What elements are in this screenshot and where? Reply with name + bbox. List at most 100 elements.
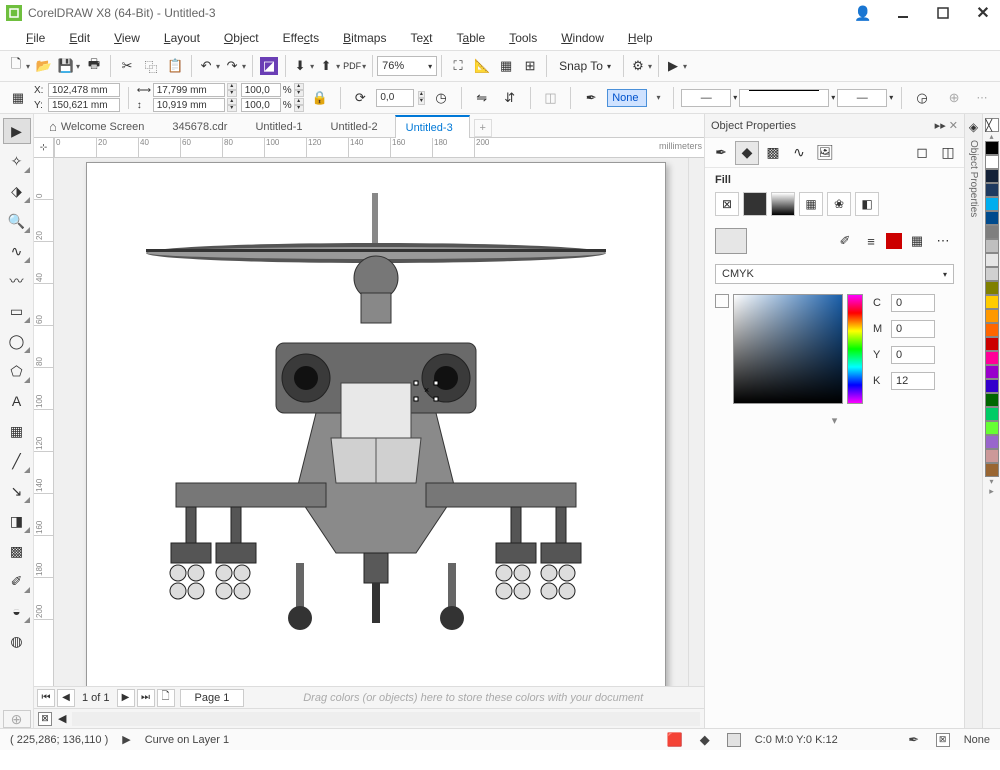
add-page-button[interactable]: 🗋 — [157, 689, 175, 707]
palette-swatch[interactable] — [985, 435, 999, 449]
uniform-fill-button[interactable] — [743, 192, 767, 216]
height-spinner[interactable]: ▴▾ — [227, 98, 237, 112]
polygon-tool[interactable]: ⬠ — [3, 358, 31, 384]
text-tool[interactable]: A — [3, 388, 31, 414]
outline-unit[interactable] — [651, 86, 665, 110]
ruler-origin[interactable]: ⊹ — [34, 138, 54, 158]
options-button[interactable]: ⚙ — [628, 54, 654, 78]
object-origin-icon[interactable]: ▦ — [6, 86, 30, 110]
menu-file[interactable]: File — [14, 27, 57, 49]
mirror-h-button[interactable]: ⇋ — [470, 86, 494, 110]
horizontal-ruler[interactable]: 020406080100120140160180200 millimeters — [54, 138, 704, 158]
scroll-mode-icon[interactable]: ◻ — [910, 141, 934, 165]
palette-swatch[interactable] — [985, 365, 999, 379]
open-button[interactable]: 📂 — [32, 54, 56, 78]
order-button[interactable]: ◫ — [538, 86, 562, 110]
last-page-button[interactable]: ⏭ — [137, 689, 155, 707]
menu-help[interactable]: Help — [616, 27, 665, 49]
status-outline-swatch[interactable]: ⊠ — [936, 733, 950, 747]
palette-no-fill[interactable]: ╳ — [985, 118, 999, 132]
drawing-page[interactable]: × — [86, 162, 666, 686]
tab-file-1[interactable]: 345678.cdr — [161, 115, 244, 137]
color-sliders-icon[interactable]: ≡ — [860, 231, 882, 251]
print-button[interactable]: 🖶 — [82, 54, 106, 78]
palette-scroll-up[interactable]: ▴ — [989, 132, 993, 141]
palette-swatch[interactable] — [985, 267, 999, 281]
width-input[interactable]: 17,799 mm — [153, 83, 225, 97]
tab-file-2[interactable]: Untitled-1 — [244, 115, 319, 137]
palette-swatch[interactable] — [985, 169, 999, 183]
palette-swatch[interactable] — [985, 323, 999, 337]
no-fill-button[interactable]: ⊠ — [715, 192, 739, 216]
two-color-pattern-button[interactable]: ◧ — [855, 192, 879, 216]
lock-ratio-button[interactable]: 🔒 — [308, 86, 332, 110]
summary-tab-icon[interactable]: 🖼 — [813, 141, 837, 165]
next-info-icon[interactable]: ▶ — [122, 733, 130, 746]
undo-button[interactable]: ↶ — [196, 54, 222, 78]
palette-swatch[interactable] — [985, 225, 999, 239]
scale-x-input[interactable]: 100,0 — [241, 83, 281, 97]
bitmap-pattern-button[interactable]: ❀ — [827, 192, 851, 216]
color-field-picker[interactable] — [733, 294, 843, 404]
status-fill-swatch[interactable] — [727, 733, 741, 747]
palette-swatch[interactable] — [985, 281, 999, 295]
palette-swatch[interactable] — [985, 253, 999, 267]
menu-tools[interactable]: Tools — [497, 27, 549, 49]
palette-swatch[interactable] — [985, 379, 999, 393]
palette-swatch[interactable] — [985, 309, 999, 323]
ellipse-tool[interactable]: ◯ — [3, 328, 31, 354]
prev-page-button[interactable]: ◀ — [57, 689, 75, 707]
rotation-spinner[interactable]: ▴▾ — [418, 91, 425, 105]
palette-swatch[interactable] — [985, 197, 999, 211]
new-doc-button[interactable]: 🗋 — [6, 54, 32, 78]
rotation-input[interactable]: 0,0 — [376, 89, 413, 107]
palette-swatch[interactable] — [985, 407, 999, 421]
start-arrow-dropdown[interactable]: — — [681, 89, 731, 107]
canvas-area[interactable]: ⊹ 020406080100120140160180200 millimeter… — [34, 138, 704, 686]
fill-indicator-icon[interactable]: ◆ — [697, 732, 713, 748]
dimension-tool[interactable]: ╱ — [3, 448, 31, 474]
tab-welcome[interactable]: Welcome Screen — [38, 115, 161, 137]
quick-customize-toolbox[interactable]: ⊕ — [3, 710, 31, 728]
hscrollbar[interactable] — [72, 712, 700, 726]
palette-swatch[interactable] — [985, 239, 999, 253]
scroll-left[interactable]: ◀ — [58, 712, 66, 725]
maximize-button[interactable] — [932, 4, 954, 22]
height-input[interactable]: 10,919 mm — [153, 98, 225, 112]
paste-button[interactable]: 📋 — [163, 54, 187, 78]
vector-pattern-button[interactable]: ▦ — [799, 192, 823, 216]
outline-width-input[interactable]: None — [607, 89, 646, 107]
vertical-scrollbar[interactable] — [688, 158, 704, 686]
docker-tab-label[interactable]: Object Properties — [968, 134, 979, 223]
next-page-button[interactable]: ▶ — [117, 689, 135, 707]
publish-pdf-button[interactable]: PDF — [342, 54, 368, 78]
line-style-dropdown[interactable] — [739, 89, 829, 107]
curve-tab-icon[interactable]: ∿ — [787, 141, 811, 165]
menu-table[interactable]: Table — [445, 27, 498, 49]
close-button[interactable]: ✕ — [972, 4, 994, 22]
palette-swatch[interactable] — [985, 449, 999, 463]
artistic-media-tool[interactable]: 〰 — [3, 268, 31, 294]
nofill-icon[interactable]: ⊠ — [38, 712, 52, 726]
palette-swatch[interactable] — [985, 155, 999, 169]
color-proof-icon[interactable]: 🟥 — [667, 732, 683, 748]
menu-layout[interactable]: Layout — [152, 27, 212, 49]
outline-pen-icon[interactable]: ✒ — [579, 86, 603, 110]
panel-close-button[interactable]: ✕ — [949, 120, 958, 132]
minimize-button[interactable] — [892, 4, 914, 22]
cut-button[interactable]: ✂ — [115, 54, 139, 78]
more-options-icon[interactable]: ⋯ — [932, 231, 954, 251]
palette-scroll-down[interactable]: ▾ — [989, 477, 993, 486]
outline-indicator-icon[interactable]: ✒ — [906, 732, 922, 748]
launch-button[interactable]: ▶ — [663, 54, 689, 78]
pick-tool[interactable]: ▶ — [3, 118, 31, 144]
palette-swatch[interactable] — [985, 141, 999, 155]
color-model-dropdown[interactable]: CMYK▾ — [715, 264, 954, 284]
palette-swatch[interactable] — [985, 351, 999, 365]
drop-shadow-tool[interactable]: ◨ — [3, 508, 31, 534]
palette-swatch[interactable] — [985, 393, 999, 407]
menu-object[interactable]: Object — [212, 27, 271, 49]
zoom-level-input[interactable]: 76%▾ — [377, 56, 437, 76]
mirror-v-button[interactable]: ⇵ — [498, 86, 522, 110]
palette-swatch[interactable] — [985, 337, 999, 351]
